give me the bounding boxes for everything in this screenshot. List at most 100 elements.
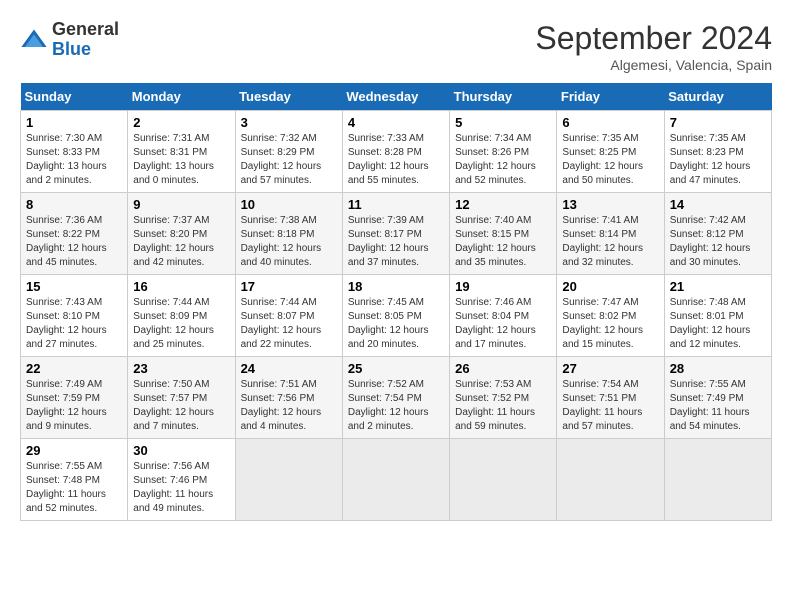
calendar-cell: [342, 439, 449, 521]
day-info: Sunrise: 7:31 AMSunset: 8:31 PMDaylight:…: [133, 132, 229, 188]
calendar-cell: 12 Sunrise: 7:40 AMSunset: 8:15 PMDaylig…: [450, 193, 557, 275]
day-info: Sunrise: 7:42 AMSunset: 8:12 PMDaylight:…: [670, 214, 766, 270]
day-number: 7: [670, 115, 766, 130]
calendar-cell: 27 Sunrise: 7:54 AMSunset: 7:51 PMDaylig…: [557, 357, 664, 439]
calendar-cell: [557, 439, 664, 521]
day-number: 19: [455, 279, 551, 294]
calendar-cell: 28 Sunrise: 7:55 AMSunset: 7:49 PMDaylig…: [664, 357, 771, 439]
day-number: 30: [133, 443, 229, 458]
day-number: 22: [26, 361, 122, 376]
day-info: Sunrise: 7:39 AMSunset: 8:17 PMDaylight:…: [348, 214, 444, 270]
logo-text: General Blue: [52, 20, 119, 60]
week-row-5: 29 Sunrise: 7:55 AMSunset: 7:48 PMDaylig…: [21, 439, 772, 521]
calendar-cell: 13 Sunrise: 7:41 AMSunset: 8:14 PMDaylig…: [557, 193, 664, 275]
calendar-cell: 16 Sunrise: 7:44 AMSunset: 8:09 PMDaylig…: [128, 275, 235, 357]
day-number: 4: [348, 115, 444, 130]
day-number: 11: [348, 197, 444, 212]
page-header: General Blue September 2024 Algemesi, Va…: [20, 20, 772, 73]
day-info: Sunrise: 7:45 AMSunset: 8:05 PMDaylight:…: [348, 296, 444, 352]
day-number: 6: [562, 115, 658, 130]
calendar-cell: 3 Sunrise: 7:32 AMSunset: 8:29 PMDayligh…: [235, 111, 342, 193]
calendar-cell: 9 Sunrise: 7:37 AMSunset: 8:20 PMDayligh…: [128, 193, 235, 275]
calendar-cell: [235, 439, 342, 521]
day-number: 17: [241, 279, 337, 294]
day-info: Sunrise: 7:51 AMSunset: 7:56 PMDaylight:…: [241, 378, 337, 434]
week-row-3: 15 Sunrise: 7:43 AMSunset: 8:10 PMDaylig…: [21, 275, 772, 357]
calendar-cell: 21 Sunrise: 7:48 AMSunset: 8:01 PMDaylig…: [664, 275, 771, 357]
day-info: Sunrise: 7:55 AMSunset: 7:48 PMDaylight:…: [26, 460, 122, 516]
day-info: Sunrise: 7:56 AMSunset: 7:46 PMDaylight:…: [133, 460, 229, 516]
calendar-cell: 25 Sunrise: 7:52 AMSunset: 7:54 PMDaylig…: [342, 357, 449, 439]
header-wednesday: Wednesday: [342, 83, 449, 111]
week-row-4: 22 Sunrise: 7:49 AMSunset: 7:59 PMDaylig…: [21, 357, 772, 439]
day-number: 21: [670, 279, 766, 294]
day-info: Sunrise: 7:47 AMSunset: 8:02 PMDaylight:…: [562, 296, 658, 352]
day-info: Sunrise: 7:50 AMSunset: 7:57 PMDaylight:…: [133, 378, 229, 434]
calendar-cell: 26 Sunrise: 7:53 AMSunset: 7:52 PMDaylig…: [450, 357, 557, 439]
calendar-cell: 19 Sunrise: 7:46 AMSunset: 8:04 PMDaylig…: [450, 275, 557, 357]
header-saturday: Saturday: [664, 83, 771, 111]
day-info: Sunrise: 7:53 AMSunset: 7:52 PMDaylight:…: [455, 378, 551, 434]
day-number: 24: [241, 361, 337, 376]
day-number: 12: [455, 197, 551, 212]
week-row-1: 1 Sunrise: 7:30 AMSunset: 8:33 PMDayligh…: [21, 111, 772, 193]
calendar-cell: 20 Sunrise: 7:47 AMSunset: 8:02 PMDaylig…: [557, 275, 664, 357]
day-number: 9: [133, 197, 229, 212]
header-friday: Friday: [557, 83, 664, 111]
calendar-cell: 22 Sunrise: 7:49 AMSunset: 7:59 PMDaylig…: [21, 357, 128, 439]
title-block: September 2024 Algemesi, Valencia, Spain: [535, 20, 772, 73]
day-info: Sunrise: 7:55 AMSunset: 7:49 PMDaylight:…: [670, 378, 766, 434]
calendar-cell: 6 Sunrise: 7:35 AMSunset: 8:25 PMDayligh…: [557, 111, 664, 193]
day-info: Sunrise: 7:52 AMSunset: 7:54 PMDaylight:…: [348, 378, 444, 434]
day-number: 10: [241, 197, 337, 212]
calendar-cell: 18 Sunrise: 7:45 AMSunset: 8:05 PMDaylig…: [342, 275, 449, 357]
day-info: Sunrise: 7:30 AMSunset: 8:33 PMDaylight:…: [26, 132, 122, 188]
day-number: 16: [133, 279, 229, 294]
calendar-cell: 30 Sunrise: 7:56 AMSunset: 7:46 PMDaylig…: [128, 439, 235, 521]
day-info: Sunrise: 7:43 AMSunset: 8:10 PMDaylight:…: [26, 296, 122, 352]
day-number: 15: [26, 279, 122, 294]
day-number: 18: [348, 279, 444, 294]
day-info: Sunrise: 7:44 AMSunset: 8:09 PMDaylight:…: [133, 296, 229, 352]
day-number: 5: [455, 115, 551, 130]
day-info: Sunrise: 7:37 AMSunset: 8:20 PMDaylight:…: [133, 214, 229, 270]
day-number: 23: [133, 361, 229, 376]
calendar-cell: 1 Sunrise: 7:30 AMSunset: 8:33 PMDayligh…: [21, 111, 128, 193]
day-number: 1: [26, 115, 122, 130]
day-info: Sunrise: 7:46 AMSunset: 8:04 PMDaylight:…: [455, 296, 551, 352]
day-info: Sunrise: 7:48 AMSunset: 8:01 PMDaylight:…: [670, 296, 766, 352]
day-number: 25: [348, 361, 444, 376]
logo: General Blue: [20, 20, 119, 60]
day-info: Sunrise: 7:41 AMSunset: 8:14 PMDaylight:…: [562, 214, 658, 270]
day-info: Sunrise: 7:54 AMSunset: 7:51 PMDaylight:…: [562, 378, 658, 434]
calendar-cell: 7 Sunrise: 7:35 AMSunset: 8:23 PMDayligh…: [664, 111, 771, 193]
day-info: Sunrise: 7:32 AMSunset: 8:29 PMDaylight:…: [241, 132, 337, 188]
day-info: Sunrise: 7:35 AMSunset: 8:23 PMDaylight:…: [670, 132, 766, 188]
day-info: Sunrise: 7:36 AMSunset: 8:22 PMDaylight:…: [26, 214, 122, 270]
day-number: 28: [670, 361, 766, 376]
calendar-cell: 15 Sunrise: 7:43 AMSunset: 8:10 PMDaylig…: [21, 275, 128, 357]
calendar-cell: 11 Sunrise: 7:39 AMSunset: 8:17 PMDaylig…: [342, 193, 449, 275]
header-tuesday: Tuesday: [235, 83, 342, 111]
day-number: 20: [562, 279, 658, 294]
day-info: Sunrise: 7:49 AMSunset: 7:59 PMDaylight:…: [26, 378, 122, 434]
calendar-cell: 8 Sunrise: 7:36 AMSunset: 8:22 PMDayligh…: [21, 193, 128, 275]
day-number: 3: [241, 115, 337, 130]
day-info: Sunrise: 7:38 AMSunset: 8:18 PMDaylight:…: [241, 214, 337, 270]
day-info: Sunrise: 7:40 AMSunset: 8:15 PMDaylight:…: [455, 214, 551, 270]
logo-icon: [20, 26, 48, 54]
day-number: 13: [562, 197, 658, 212]
location: Algemesi, Valencia, Spain: [535, 57, 772, 73]
calendar-cell: 4 Sunrise: 7:33 AMSunset: 8:28 PMDayligh…: [342, 111, 449, 193]
day-number: 26: [455, 361, 551, 376]
calendar-table: SundayMondayTuesdayWednesdayThursdayFrid…: [20, 83, 772, 521]
logo-general: General: [52, 20, 119, 40]
calendar-cell: 24 Sunrise: 7:51 AMSunset: 7:56 PMDaylig…: [235, 357, 342, 439]
header-sunday: Sunday: [21, 83, 128, 111]
calendar-cell: 5 Sunrise: 7:34 AMSunset: 8:26 PMDayligh…: [450, 111, 557, 193]
day-number: 8: [26, 197, 122, 212]
day-info: Sunrise: 7:34 AMSunset: 8:26 PMDaylight:…: [455, 132, 551, 188]
calendar-cell: 2 Sunrise: 7:31 AMSunset: 8:31 PMDayligh…: [128, 111, 235, 193]
day-number: 14: [670, 197, 766, 212]
calendar-cell: [664, 439, 771, 521]
